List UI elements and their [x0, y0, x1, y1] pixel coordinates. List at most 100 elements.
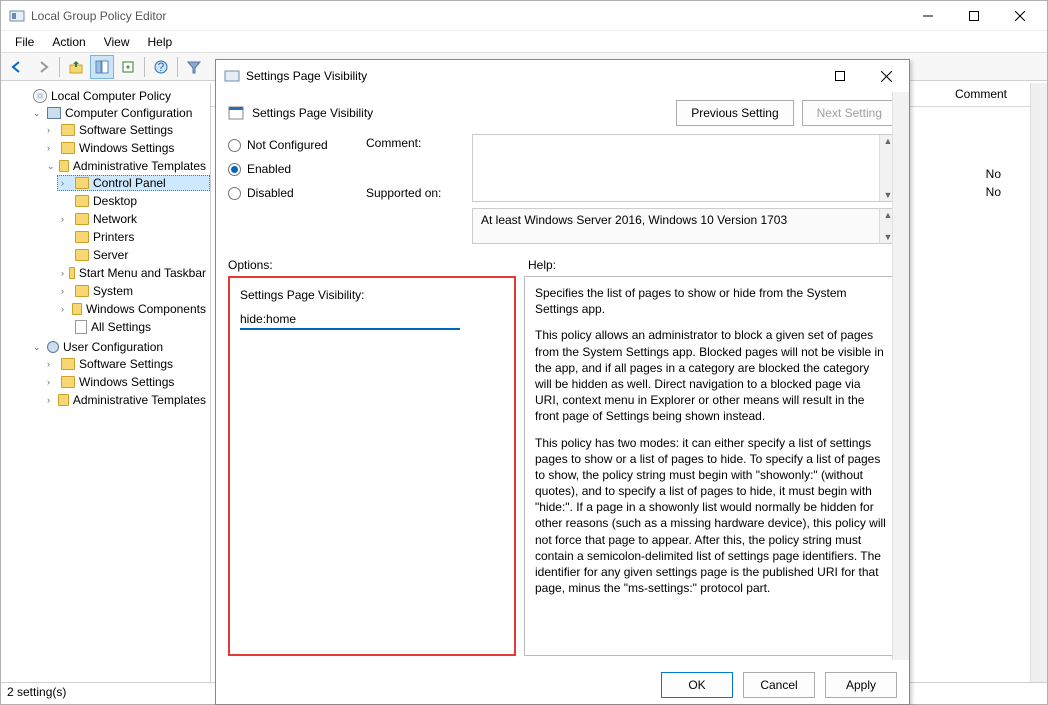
- filter-button[interactable]: [182, 55, 206, 79]
- svg-text:?: ?: [158, 60, 165, 74]
- tree-control-panel[interactable]: ›Control Panel: [57, 175, 210, 191]
- help-pane[interactable]: Specifies the list of pages to show or h…: [524, 276, 897, 656]
- dialog-body: Settings Page Visibility Previous Settin…: [216, 92, 909, 666]
- settings-icon: [75, 320, 87, 334]
- tree-root[interactable]: Local Computer Policy: [15, 88, 210, 104]
- folder-icon: [61, 124, 75, 136]
- folder-icon: [75, 231, 89, 243]
- tree-windows-components[interactable]: ›Windows Components: [57, 301, 210, 317]
- option-field-label: Settings Page Visibility:: [240, 288, 504, 302]
- menu-file[interactable]: File: [7, 33, 42, 51]
- tree-computer-config[interactable]: ⌄Computer Configuration: [29, 105, 210, 121]
- main-titlebar: Local Group Policy Editor: [1, 1, 1047, 31]
- folder-icon: [69, 267, 75, 279]
- tree-printers[interactable]: Printers: [57, 229, 210, 245]
- tree-network[interactable]: ›Network: [57, 211, 210, 227]
- tree-label: Start Menu and Taskbar: [79, 266, 206, 280]
- folder-icon: [75, 177, 89, 189]
- previous-setting-button[interactable]: Previous Setting: [676, 100, 793, 126]
- settings-visibility-input[interactable]: [240, 310, 460, 330]
- menu-action[interactable]: Action: [44, 33, 93, 51]
- list-scrollbar[interactable]: [1030, 83, 1047, 682]
- minimize-button[interactable]: [905, 1, 951, 31]
- maximize-button[interactable]: [951, 1, 997, 31]
- policy-icon: [33, 89, 47, 103]
- back-button[interactable]: [5, 55, 29, 79]
- folder-icon: [75, 213, 89, 225]
- tree-label: All Settings: [91, 320, 151, 334]
- tree-uc-admin[interactable]: ›Administrative Templates: [43, 392, 210, 408]
- help-paragraph: This policy has two modes: it can either…: [535, 435, 886, 597]
- radio-not-configured[interactable]: Not Configured: [228, 138, 338, 152]
- tree-label: Desktop: [93, 194, 137, 208]
- comment-label: Comment:: [366, 136, 444, 150]
- tree-label: Printers: [93, 230, 134, 244]
- help-button[interactable]: ?: [149, 55, 173, 79]
- radio-label: Enabled: [247, 162, 291, 176]
- tree-label: Control Panel: [93, 176, 166, 190]
- status-text: 2 setting(s): [7, 685, 66, 699]
- tree-label: Administrative Templates: [73, 393, 206, 407]
- dialog-titlebar: Settings Page Visibility: [216, 60, 909, 92]
- apply-button[interactable]: Apply: [825, 672, 897, 698]
- tree-pane[interactable]: Local Computer Policy ⌄Computer Configur…: [1, 83, 211, 682]
- dialog-scrollbar[interactable]: [892, 92, 909, 660]
- folder-icon: [72, 303, 82, 315]
- radio-disabled[interactable]: Disabled: [228, 186, 338, 200]
- comment-textarea[interactable]: ▲▼: [472, 134, 897, 202]
- tree-cc-windows[interactable]: ›Windows Settings: [43, 140, 210, 156]
- tree-cc-software[interactable]: ›Software Settings: [43, 122, 210, 138]
- tree-uc-software[interactable]: ›Software Settings: [43, 356, 210, 372]
- ok-button[interactable]: OK: [661, 672, 733, 698]
- tree-uc-windows[interactable]: ›Windows Settings: [43, 374, 210, 390]
- setting-icon: [228, 105, 244, 121]
- tree-cc-admin[interactable]: ⌄Administrative Templates: [43, 158, 210, 174]
- tree-server[interactable]: Server: [57, 247, 210, 263]
- next-setting-button[interactable]: Next Setting: [802, 100, 897, 126]
- tree-label: Windows Settings: [79, 375, 174, 389]
- tree-label: Network: [93, 212, 137, 226]
- forward-button[interactable]: [31, 55, 55, 79]
- radio-enabled[interactable]: Enabled: [228, 162, 338, 176]
- folder-icon: [75, 285, 89, 297]
- close-button[interactable]: [997, 1, 1043, 31]
- dialog-title: Settings Page Visibility: [246, 69, 817, 83]
- supported-label: Supported on:: [366, 186, 444, 200]
- computer-icon: [47, 107, 61, 119]
- menu-view[interactable]: View: [96, 33, 138, 51]
- dialog-close-button[interactable]: [863, 60, 909, 92]
- up-button[interactable]: [64, 55, 88, 79]
- folder-icon: [61, 142, 75, 154]
- radio-label: Not Configured: [247, 138, 328, 152]
- tree-label: Server: [93, 248, 128, 262]
- tree-root-label: Local Computer Policy: [51, 89, 171, 103]
- setting-heading: Settings Page Visibility: [252, 106, 373, 120]
- menubar: File Action View Help: [1, 31, 1047, 53]
- dialog-footer: OK Cancel Apply: [216, 666, 909, 704]
- tree-all-settings[interactable]: All Settings: [57, 319, 210, 335]
- window-title: Local Group Policy Editor: [31, 9, 905, 23]
- menu-help[interactable]: Help: [140, 33, 181, 51]
- dialog-icon: [224, 68, 240, 84]
- help-label: Help:: [528, 258, 556, 272]
- folder-icon: [75, 195, 89, 207]
- tree-label: Administrative Templates: [73, 159, 206, 173]
- dialog-maximize-button[interactable]: [817, 60, 863, 92]
- show-hide-tree-button[interactable]: [90, 55, 114, 79]
- tree-desktop[interactable]: Desktop: [57, 193, 210, 209]
- export-button[interactable]: [116, 55, 140, 79]
- cancel-button[interactable]: Cancel: [743, 672, 815, 698]
- settings-dialog: Settings Page Visibility Settings Page V…: [215, 59, 910, 705]
- column-comment[interactable]: Comment: [955, 87, 1007, 106]
- tree-label: Software Settings: [79, 123, 173, 137]
- tree-label: Software Settings: [79, 357, 173, 371]
- folder-icon: [61, 376, 75, 388]
- options-label: Options:: [228, 258, 528, 272]
- tree-start-menu[interactable]: ›Start Menu and Taskbar: [57, 265, 210, 281]
- folder-icon: [75, 249, 89, 261]
- tree-user-config[interactable]: ⌄User Configuration: [29, 339, 210, 355]
- tree-system[interactable]: ›System: [57, 283, 210, 299]
- tree-label: User Configuration: [63, 340, 163, 354]
- folder-icon: [58, 394, 69, 406]
- radio-label: Disabled: [247, 186, 294, 200]
